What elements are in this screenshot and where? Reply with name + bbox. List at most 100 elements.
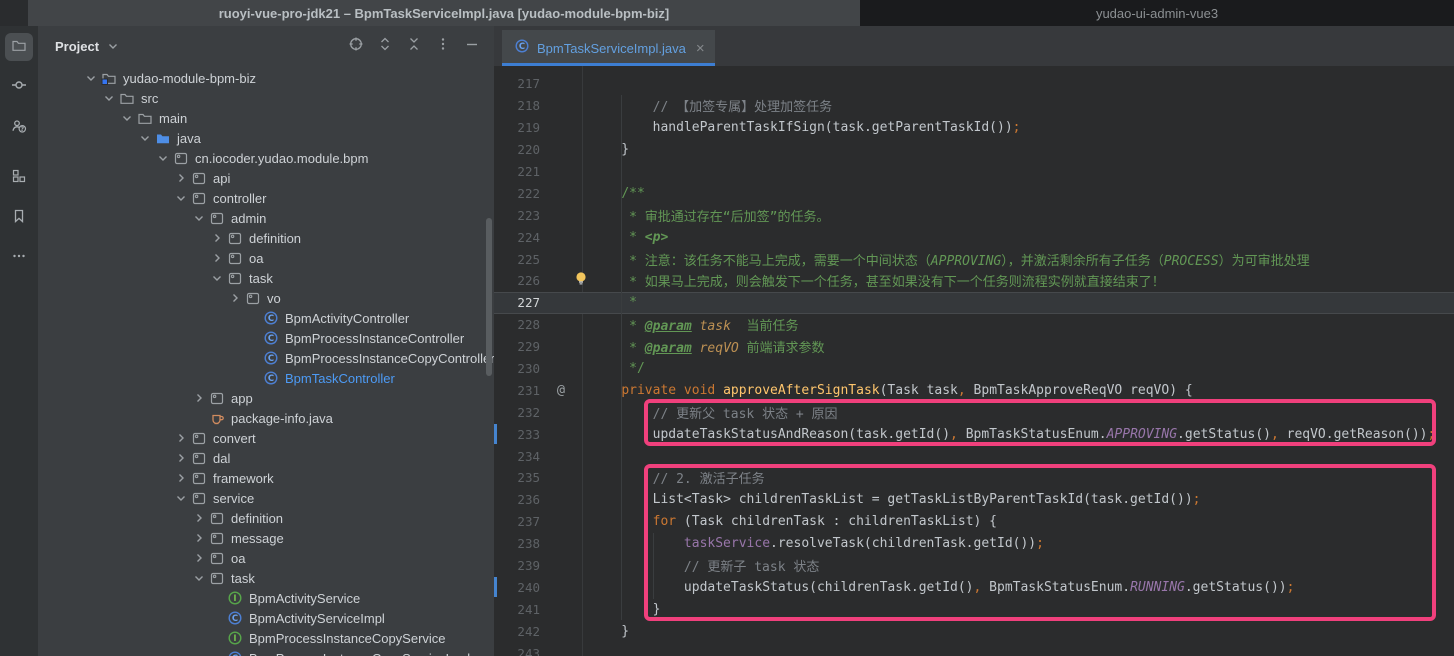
chevron-down-icon[interactable] — [137, 130, 153, 146]
code-line[interactable]: 241 } — [494, 598, 1454, 620]
tree-item[interactable]: definition — [38, 228, 494, 248]
tree-item[interactable]: oa — [38, 548, 494, 568]
code-line[interactable]: 237 for (Task childrenTask : childrenTas… — [494, 511, 1454, 533]
code-line[interactable]: 225 * 注意：该任务不能马上完成，需要一个中间状态（APPROVING），并… — [494, 248, 1454, 270]
project-panel-title[interactable]: Project — [55, 39, 99, 54]
at-annotation-icon[interactable]: @ — [557, 382, 565, 398]
code-line[interactable]: 217 — [494, 73, 1454, 95]
chevron-right-icon[interactable] — [173, 470, 189, 486]
code-line[interactable]: 221 — [494, 161, 1454, 183]
code-line[interactable]: 219 handleParentTaskIfSign(task.getParen… — [494, 117, 1454, 139]
tree-item[interactable]: IBpmProcessInstanceCopyService — [38, 628, 494, 648]
code-editor[interactable]: 217218 // 【加签专属】处理加签任务219 handleParentTa… — [494, 66, 1454, 656]
code-line[interactable]: 228 * @param task 当前任务 — [494, 314, 1454, 336]
code-line[interactable]: 239 // 更新子 task 状态 — [494, 555, 1454, 577]
expand-all-button[interactable] — [375, 36, 395, 56]
chevron-right-icon[interactable] — [173, 170, 189, 186]
code-line[interactable]: 236 List<Task> childrenTaskList = getTas… — [494, 489, 1454, 511]
close-icon[interactable]: × — [696, 41, 705, 56]
tree-item[interactable]: src — [38, 88, 494, 108]
tree-item[interactable]: CBpmProcessInstanceCopyServiceImpl — [38, 648, 494, 656]
chevron-down-icon[interactable] — [173, 490, 189, 506]
code-line[interactable]: 240 updateTaskStatus(childrenTask.getId(… — [494, 576, 1454, 598]
chevron-right-icon[interactable] — [191, 550, 207, 566]
tree-item[interactable]: CBpmProcessInstanceCopyController — [38, 348, 494, 368]
chevron-down-icon[interactable] — [191, 570, 207, 586]
code-line[interactable]: 242 } — [494, 620, 1454, 642]
tree-item[interactable]: definition — [38, 508, 494, 528]
scrollbar-thumb[interactable] — [486, 218, 492, 376]
tree-item[interactable]: main — [38, 108, 494, 128]
code-line[interactable]: 223 * 审批通过存在“后加签”的任务。 — [494, 204, 1454, 226]
chevron-right-icon[interactable] — [227, 290, 243, 306]
tree-item[interactable]: task — [38, 268, 494, 288]
activity-bar-item-commit[interactable] — [5, 73, 33, 101]
tree-item[interactable]: dal — [38, 448, 494, 468]
chevron-down-icon[interactable] — [101, 90, 117, 106]
activity-bar-item-bookmarks[interactable] — [5, 204, 33, 232]
code-line[interactable]: 224 * <p> — [494, 226, 1454, 248]
code-line[interactable]: 218 // 【加签专属】处理加签任务 — [494, 95, 1454, 117]
code-line[interactable]: 234 — [494, 445, 1454, 467]
tree-item[interactable]: cn.iocoder.yudao.module.bpm — [38, 148, 494, 168]
code-line[interactable]: 233 updateTaskStatusAndReason(task.getId… — [494, 423, 1454, 445]
chevron-right-icon[interactable] — [191, 510, 207, 526]
tree-item[interactable]: vo — [38, 288, 494, 308]
code-line[interactable]: 232 // 更新父 task 状态 + 原因 — [494, 401, 1454, 423]
tree-item[interactable]: admin — [38, 208, 494, 228]
chevron-down-icon[interactable] — [209, 270, 225, 286]
tree-item[interactable]: IBpmActivityService — [38, 588, 494, 608]
code-line[interactable]: 235 // 2. 激活子任务 — [494, 467, 1454, 489]
tree-item[interactable]: api — [38, 168, 494, 188]
tree-item[interactable]: CBpmProcessInstanceController — [38, 328, 494, 348]
lightbulb-icon[interactable] — [574, 271, 588, 290]
select-opened-file-button[interactable] — [346, 36, 366, 56]
tree-item[interactable]: yudao-module-bpm-biz — [38, 68, 494, 88]
tree-item[interactable]: task — [38, 568, 494, 588]
tree-item[interactable]: convert — [38, 428, 494, 448]
hide-button[interactable] — [462, 36, 482, 56]
activity-bar-item-more-tool-windows[interactable] — [5, 244, 33, 272]
chevron-right-icon[interactable] — [191, 530, 207, 546]
tree-item[interactable]: CBpmActivityController — [38, 308, 494, 328]
chevron-down-icon[interactable] — [191, 210, 207, 226]
chevron-right-icon[interactable] — [191, 390, 207, 406]
tree-item[interactable]: oa — [38, 248, 494, 268]
tree-item-label: dal — [213, 451, 230, 466]
inactive-window-title[interactable]: yudao-ui-admin-vue3 — [860, 0, 1454, 26]
tree-item[interactable]: service — [38, 488, 494, 508]
activity-bar-item-pull-requests[interactable]: ? — [5, 114, 33, 142]
tree-item[interactable]: CBpmTaskController — [38, 368, 494, 388]
code-line[interactable]: 222 /** — [494, 182, 1454, 204]
tree-item[interactable]: package-info.java — [38, 408, 494, 428]
editor-tab[interactable]: C BpmTaskServiceImpl.java × — [502, 30, 715, 66]
code-line[interactable]: 229 * @param reqVO 前端请求参数 — [494, 336, 1454, 358]
project-tool-window: Project yudao-module-bpm-bizsrcmainjavac… — [38, 26, 494, 656]
tree-item[interactable]: java — [38, 128, 494, 148]
tree-item[interactable]: CBpmActivityServiceImpl — [38, 608, 494, 628]
chevron-down-icon[interactable] — [155, 150, 171, 166]
chevron-right-icon[interactable] — [209, 230, 225, 246]
chevron-right-icon[interactable] — [209, 250, 225, 266]
tree-item[interactable]: message — [38, 528, 494, 548]
activity-bar-item-project[interactable] — [5, 33, 33, 61]
chevron-down-icon[interactable] — [173, 190, 189, 206]
options-button[interactable] — [433, 36, 453, 56]
chevron-down-icon[interactable] — [105, 38, 121, 54]
chevron-down-icon[interactable] — [83, 70, 99, 86]
code-line[interactable]: 227 * — [494, 292, 1454, 314]
activity-bar-item-structure[interactable] — [5, 164, 33, 192]
code-line[interactable]: 243 — [494, 642, 1454, 656]
chevron-right-icon[interactable] — [173, 430, 189, 446]
chevron-right-icon[interactable] — [173, 450, 189, 466]
collapse-all-button[interactable] — [404, 36, 424, 56]
code-line[interactable]: 238 taskService.resolveTask(childrenTask… — [494, 533, 1454, 555]
tree-item[interactable]: framework — [38, 468, 494, 488]
code-line[interactable]: 230 */ — [494, 358, 1454, 380]
code-line[interactable]: 220 } — [494, 139, 1454, 161]
code-line[interactable]: 231@ private void approveAfterSignTask(T… — [494, 379, 1454, 401]
tree-item[interactable]: app — [38, 388, 494, 408]
chevron-down-icon[interactable] — [119, 110, 135, 126]
tree-item[interactable]: controller — [38, 188, 494, 208]
code-line[interactable]: 226 * 如果马上完成，则会触发下一个任务，甚至如果没有下一个任务则流程实例就… — [494, 270, 1454, 292]
